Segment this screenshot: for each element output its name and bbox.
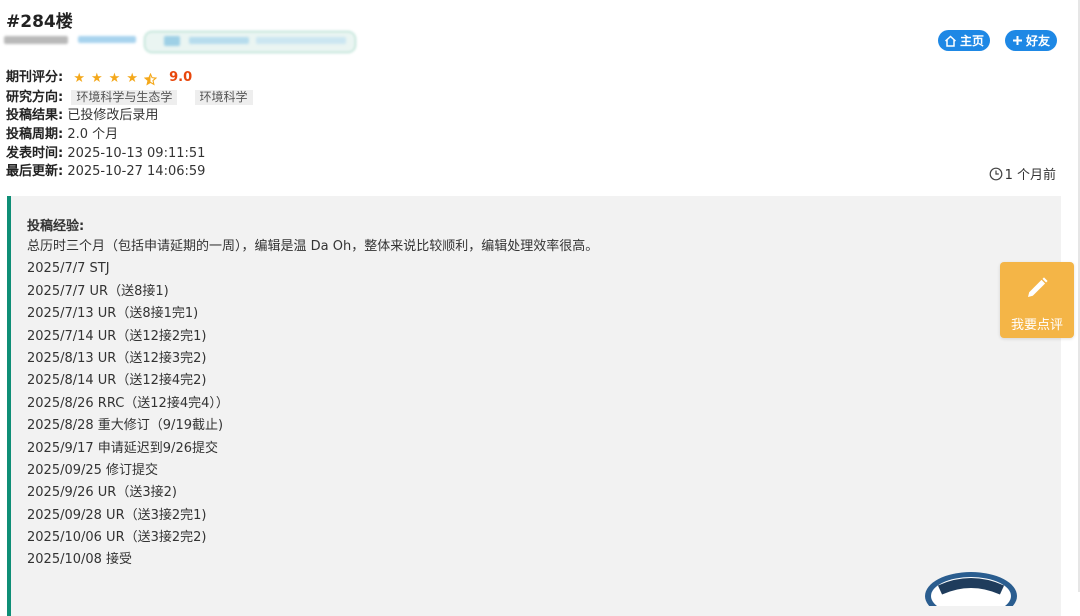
experience-line: 2025/7/7 STJ (27, 261, 110, 277)
home-icon (944, 34, 957, 47)
experience-line: 2025/7/13 UR（送8接1完1) (27, 306, 199, 322)
updated-value: 2025-10-27 14:06:59 (67, 164, 206, 179)
experience-line: 2025/8/13 UR（送12接3完2) (27, 350, 207, 366)
result-row: 投稿结果: 已投修改后录用 (6, 107, 158, 125)
cycle-row: 投稿周期: 2.0 个月 (6, 126, 118, 144)
experience-line: 2025/8/28 重大修订（9/19截止) (27, 418, 224, 434)
experience-line: 2025/10/08 接受 (27, 552, 133, 568)
direction-row: 研究方向: 环境科学与生态学 环境科学 (6, 89, 253, 107)
time-ago: 1 个月前 (989, 164, 1056, 183)
experience-line: 2025/8/26 RRC（送12接4完4）） (27, 395, 229, 411)
add-friend-button[interactable]: 好友 (1005, 30, 1057, 51)
rating-stars: ★ ★ ★ ★ (73, 70, 157, 88)
experience-line: 2025/8/14 UR（送12接4完2) (27, 373, 207, 389)
star-icon: ★ (91, 71, 103, 86)
direction-label: 研究方向: (6, 90, 64, 105)
clock-icon (989, 167, 1003, 181)
floor-number: #284楼 (6, 12, 73, 32)
half-star-icon (143, 72, 157, 86)
result-value: 已投修改后录用 (67, 108, 159, 123)
rating-row: 期刊评分: ★ ★ ★ ★ 9.0 (6, 69, 192, 88)
plus-icon (1012, 35, 1023, 46)
home-button-label: 主页 (959, 34, 984, 48)
rating-score: 9.0 (169, 70, 193, 85)
experience-line: 2025/7/7 UR（送8接1) (27, 283, 169, 299)
result-label: 投稿结果: (6, 108, 64, 123)
time-ago-text: 1 个月前 (1004, 168, 1056, 183)
published-label: 发表时间: (6, 146, 64, 161)
pencil-icon (1025, 276, 1049, 300)
star-icon: ★ (108, 71, 121, 86)
cycle-value: 2.0 个月 (67, 127, 119, 142)
join-us-badge[interactable] (918, 566, 1024, 606)
experience-line: 2025/10/06 UR（送3接2完2) (27, 530, 207, 546)
published-value: 2025-10-13 09:11:51 (67, 146, 206, 161)
cycle-label: 投稿周期: (6, 127, 64, 142)
home-button[interactable]: 主页 (938, 30, 990, 51)
direction-tag[interactable]: 环境科学与生态学 (71, 90, 178, 105)
experience-line: 2025/09/28 UR（送3接2完1) (27, 507, 207, 523)
author-info-blurred (4, 31, 364, 53)
experience-line: 2025/9/17 申请延迟到9/26提交 (27, 440, 218, 456)
experience-line: 总历时三个月（包括申请延期的一周），编辑是温 Da Oh，整体来说比较顺利，编辑… (27, 239, 599, 254)
experience-panel: 投稿经验: 总历时三个月（包括申请延期的一周），编辑是温 Da Oh，整体来说比… (7, 196, 1061, 616)
updated-row: 最后更新: 2025-10-27 14:06:59 (6, 163, 205, 181)
updated-label: 最后更新: (6, 164, 64, 179)
experience-line: 2025/7/14 UR（送12接2完1) (27, 328, 207, 344)
write-review-button[interactable]: 我要点评 (1000, 262, 1074, 338)
star-icon: ★ (73, 71, 85, 86)
experience-title: 投稿经验: (27, 219, 85, 234)
direction-tag[interactable]: 环境科学 (194, 90, 253, 105)
write-review-label: 我要点评 (1010, 318, 1063, 333)
experience-line: 2025/9/26 UR（送3接2) (27, 485, 177, 501)
add-friend-button-label: 好友 (1025, 34, 1050, 48)
published-row: 发表时间: 2025-10-13 09:11:51 (6, 145, 205, 163)
star-icon: ★ (126, 71, 138, 86)
rating-label: 期刊评分: (6, 70, 64, 85)
experience-lines: 总历时三个月（包括申请延期的一周），编辑是温 Da Oh，整体来说比较顺利，编辑… (27, 236, 598, 572)
experience-line: 2025/09/25 修订提交 (27, 462, 159, 478)
